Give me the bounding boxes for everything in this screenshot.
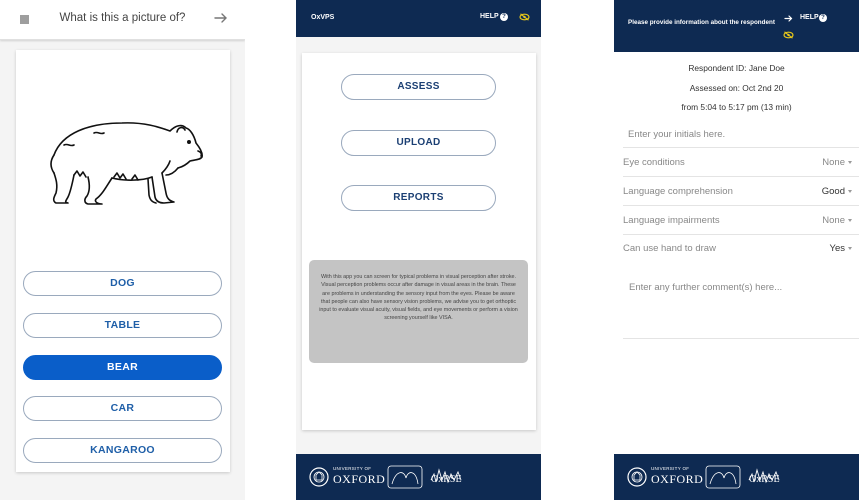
- help-icon[interactable]: ?: [819, 14, 827, 22]
- answer-option-table[interactable]: TABLE: [23, 313, 222, 338]
- arrow-right-icon[interactable]: [784, 14, 793, 23]
- answer-option-dog[interactable]: DOG: [23, 271, 222, 296]
- question-text: What is this a picture of?: [59, 12, 186, 24]
- footer-logos: UNIVERSITY OF OXFORD OxRSE: [614, 454, 859, 500]
- eye-slash-icon[interactable]: [783, 31, 794, 39]
- respondent-title: Please provide information about the res…: [628, 19, 775, 26]
- app-info-text: With this app you can screen for typical…: [309, 260, 528, 363]
- reports-button[interactable]: REPORTS: [341, 185, 496, 211]
- chevron-down-icon[interactable]: [848, 219, 852, 222]
- question-bar: What is this a picture of?: [0, 0, 245, 40]
- answer-option-kangaroo[interactable]: KANGAROO: [23, 438, 222, 463]
- answer-option-car[interactable]: CAR: [23, 396, 222, 421]
- assess-button[interactable]: ASSESS: [341, 74, 496, 100]
- divider: [623, 176, 859, 177]
- menu-card: ASSESS UPLOAD REPORTS With this app you …: [302, 53, 536, 430]
- help-icon[interactable]: ?: [500, 13, 508, 21]
- eye-conditions-label: Eye conditions: [623, 157, 685, 168]
- respondent-header: Please provide information about the res…: [614, 0, 859, 52]
- help-label[interactable]: HELP: [800, 14, 819, 21]
- eye-slash-icon[interactable]: [519, 13, 530, 21]
- comments-input[interactable]: Enter any further comment(s) here...: [629, 282, 782, 293]
- language-comprehension-label: Language comprehension: [623, 186, 733, 197]
- upload-button[interactable]: UPLOAD: [341, 130, 496, 156]
- naming-task-screen: What is this a picture of? DOG TABLE BEA…: [0, 0, 245, 500]
- app-name: OxVPS: [311, 14, 335, 21]
- hand-drawing-label: Can use hand to draw: [623, 243, 716, 254]
- university-small-label: UNIVERSITY OF: [651, 466, 690, 471]
- chevron-down-icon[interactable]: [848, 161, 852, 164]
- task-card: DOG TABLE BEAR CAR KANGAROO: [16, 50, 230, 472]
- stop-icon[interactable]: [20, 15, 29, 24]
- arrow-right-icon[interactable]: [212, 9, 230, 27]
- oxrse-label: OxRSE: [431, 474, 462, 485]
- answer-option-bear[interactable]: BEAR: [23, 355, 222, 380]
- respondent-info-screen: Please provide information about the res…: [614, 0, 859, 500]
- divider: [623, 234, 859, 235]
- chevron-down-icon[interactable]: [848, 247, 852, 250]
- oxrse-label: OxRSE: [749, 474, 780, 485]
- divider: [623, 147, 859, 148]
- respondent-id: Respondent ID: Jane Doe: [688, 63, 785, 73]
- chevron-down-icon[interactable]: [848, 190, 852, 193]
- help-label[interactable]: HELP: [480, 13, 499, 20]
- language-comprehension-select[interactable]: Good: [822, 186, 845, 197]
- university-small-label: UNIVERSITY OF: [333, 466, 372, 471]
- bear-picture: [50, 122, 203, 205]
- hand-drawing-select[interactable]: Yes: [830, 243, 846, 254]
- assessed-date: Assessed on: Oct 2nd 20: [689, 83, 784, 93]
- language-impairments-select[interactable]: None: [822, 215, 845, 226]
- language-impairments-label: Language impairments: [623, 215, 720, 226]
- divider: [623, 338, 859, 339]
- divider: [623, 205, 859, 206]
- university-name: OXFORD: [333, 472, 386, 486]
- eye-conditions-select[interactable]: None: [822, 157, 845, 168]
- initials-input[interactable]: Enter your initials here.: [628, 129, 725, 140]
- university-name: OXFORD: [651, 472, 704, 486]
- footer-logos: UNIVERSITY OF OXFORD OxRSE: [296, 454, 541, 500]
- app-header: OxVPS HELP ?: [296, 0, 541, 37]
- assessment-time: from 5:04 to 5:17 pm (13 min): [681, 102, 792, 112]
- home-screen: OxVPS HELP ? ASSESS UPLOAD REPORTS With …: [296, 0, 541, 500]
